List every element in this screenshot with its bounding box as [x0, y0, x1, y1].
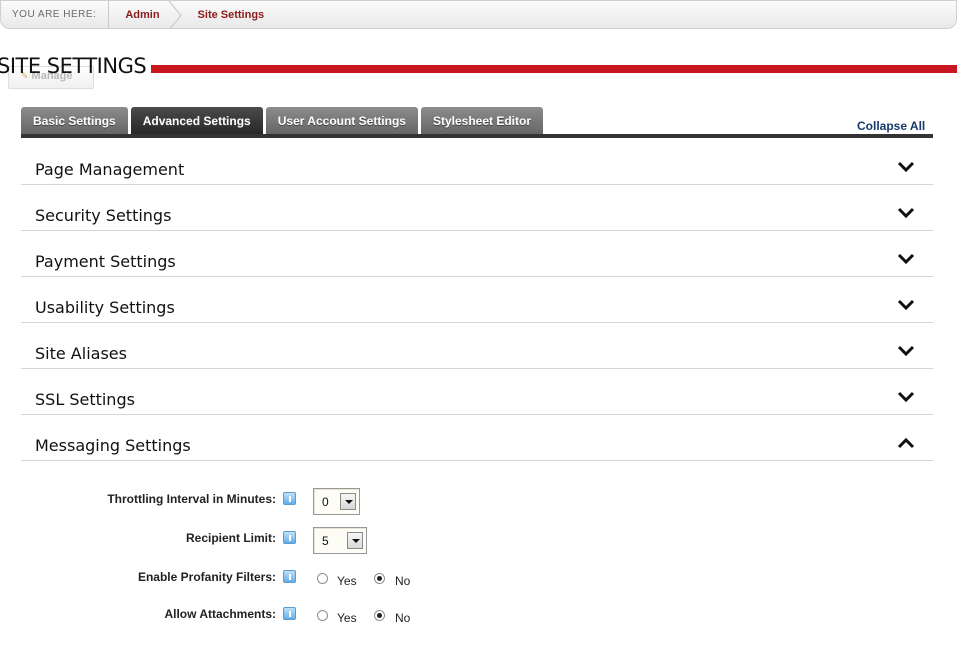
section-payment-settings[interactable]: Payment Settings	[21, 231, 933, 277]
section-usability-settings[interactable]: Usability Settings	[21, 277, 933, 323]
section-messaging-settings[interactable]: Messaging Settings	[21, 415, 933, 461]
tabs-underline	[21, 134, 933, 138]
throttling-interval-value: 0	[322, 495, 329, 509]
breadcrumb-item-site-settings[interactable]: Site Settings	[182, 1, 287, 28]
breadcrumb-item-admin-label: Admin	[125, 8, 160, 21]
help-icon[interactable]	[283, 531, 296, 544]
help-icon[interactable]	[283, 607, 296, 620]
section-title: Usability Settings	[35, 298, 175, 317]
dropdown-arrow-icon[interactable]	[340, 493, 356, 510]
profanity-no-label[interactable]: No	[395, 574, 410, 588]
recipient-limit-label: Recipient Limit:	[185, 531, 276, 545]
attachments-no-radio[interactable]	[374, 610, 385, 621]
chevron-down-icon[interactable]	[897, 253, 915, 265]
profanity-yes-label[interactable]: Yes	[337, 574, 357, 588]
chevron-down-icon[interactable]	[897, 391, 915, 403]
breadcrumb-item-site-settings-label: Site Settings	[197, 8, 265, 21]
dropdown-arrow-icon[interactable]	[347, 532, 363, 549]
section-security-settings[interactable]: Security Settings	[21, 185, 933, 231]
breadcrumb-label: YOU ARE HERE:	[1, 1, 110, 28]
settings-tabs: Basic Settings Advanced Settings User Ac…	[21, 107, 546, 134]
throttling-interval-label: Throttling Interval in Minutes:	[107, 492, 276, 506]
section-title: Page Management	[35, 160, 185, 179]
collapse-all-link[interactable]: Collapse All	[857, 119, 925, 133]
section-title: Site Aliases	[35, 344, 127, 363]
tab-advanced-settings[interactable]: Advanced Settings	[130, 107, 263, 134]
breadcrumb-separator-icon	[168, 1, 182, 28]
profanity-no-radio[interactable]	[374, 573, 385, 584]
profanity-yes-radio[interactable]	[317, 573, 328, 584]
section-site-aliases[interactable]: Site Aliases	[21, 323, 933, 369]
allow-attachments-label: Allow Attachments:	[164, 607, 276, 621]
section-title: SSL Settings	[35, 390, 135, 409]
section-title: Messaging Settings	[35, 436, 191, 455]
section-title: Payment Settings	[35, 252, 176, 271]
attachments-yes-label[interactable]: Yes	[337, 611, 357, 625]
help-icon[interactable]	[283, 570, 296, 583]
tab-stylesheet-editor[interactable]: Stylesheet Editor	[420, 107, 544, 134]
chevron-down-icon[interactable]	[897, 345, 915, 357]
recipient-limit-select[interactable]: 5	[313, 527, 367, 554]
section-page-management[interactable]: Page Management	[21, 139, 933, 185]
recipient-limit-value: 5	[322, 534, 329, 548]
chevron-up-icon[interactable]	[897, 437, 915, 449]
chevron-down-icon[interactable]	[897, 299, 915, 311]
breadcrumb-item-admin[interactable]: Admin	[109, 1, 182, 28]
throttling-interval-select[interactable]: 0	[313, 488, 360, 515]
tab-user-account-settings[interactable]: User Account Settings	[265, 107, 418, 134]
section-ssl-settings[interactable]: SSL Settings	[21, 369, 933, 415]
breadcrumb: YOU ARE HERE: Admin Site Settings	[0, 0, 957, 29]
page-title: SITE SETTINGS	[0, 54, 147, 78]
profanity-filter-label: Enable Profanity Filters:	[137, 570, 276, 584]
title-divider	[151, 65, 957, 73]
chevron-down-icon[interactable]	[897, 207, 915, 219]
section-title: Security Settings	[35, 206, 172, 225]
help-icon[interactable]	[283, 492, 296, 505]
attachments-yes-radio[interactable]	[317, 610, 328, 621]
chevron-down-icon[interactable]	[897, 161, 915, 173]
attachments-no-label[interactable]: No	[395, 611, 410, 625]
tab-basic-settings[interactable]: Basic Settings	[21, 107, 128, 134]
